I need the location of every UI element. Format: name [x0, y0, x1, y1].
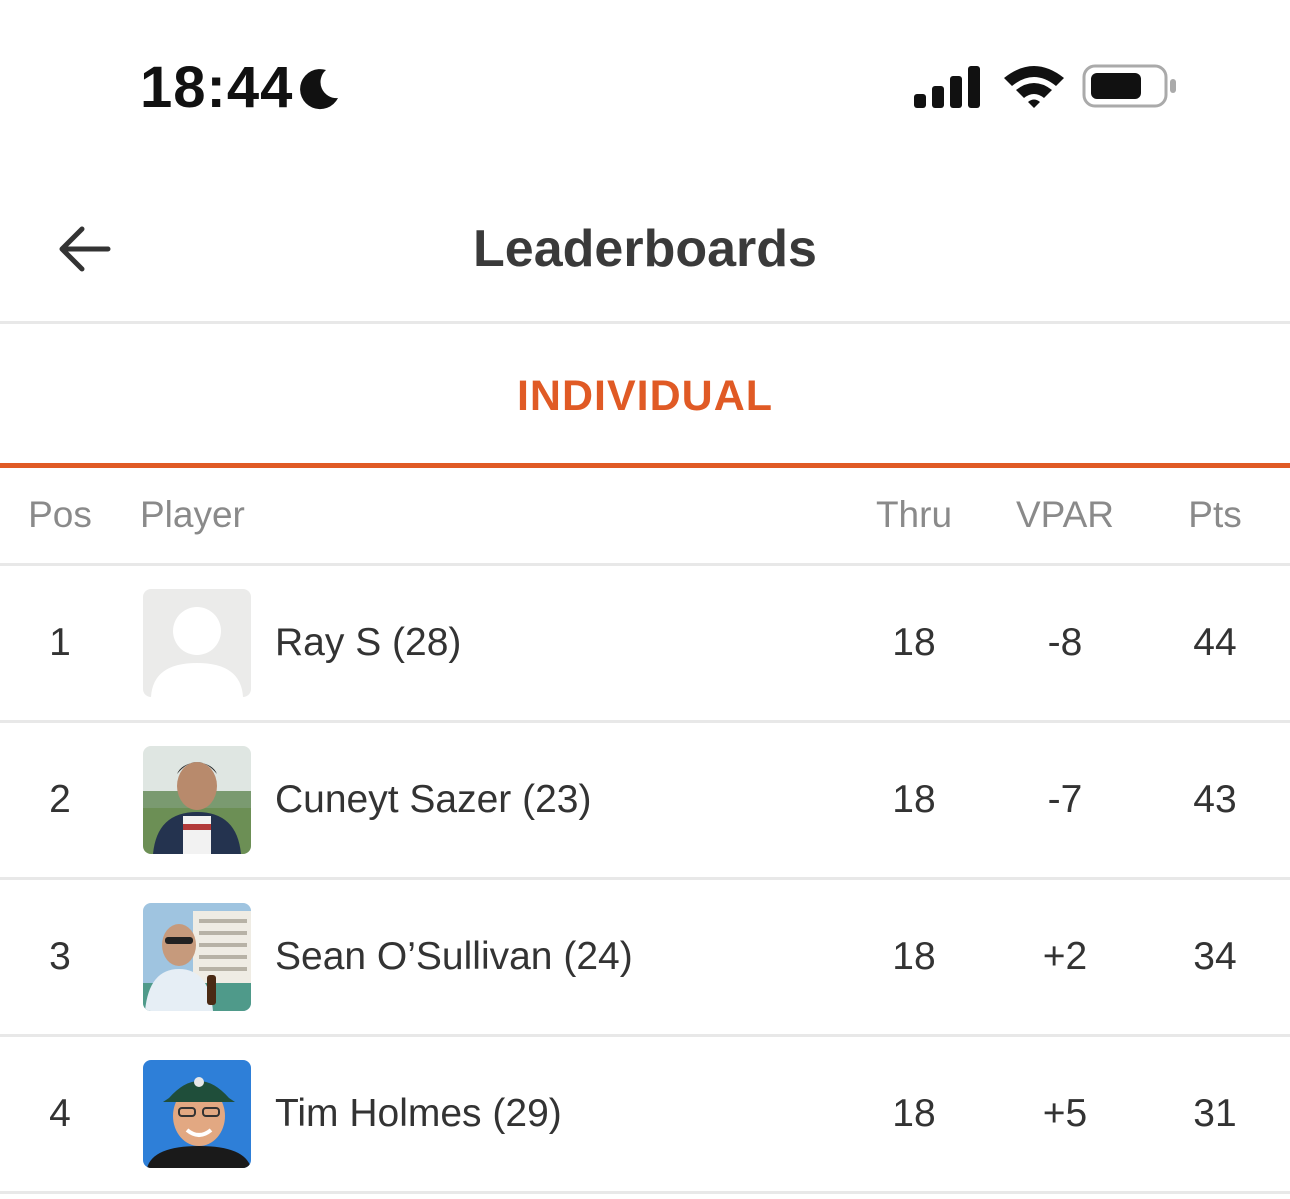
row-vpar: +5 — [1042, 1092, 1088, 1135]
column-header-player: Player — [140, 494, 245, 535]
row-points: 43 — [1193, 778, 1237, 821]
column-header-pos: Pos — [28, 494, 92, 535]
avatar — [143, 1060, 251, 1168]
tab-bar: INDIVIDUAL — [0, 324, 1290, 463]
row-thru: 18 — [892, 621, 936, 664]
player-name: Sean O’Sullivan (24) — [275, 935, 633, 978]
row-vpar: -8 — [1047, 621, 1083, 664]
avatar — [143, 746, 251, 854]
row-position: 3 — [49, 935, 71, 978]
row-thru: 18 — [892, 1092, 936, 1135]
row-points: 31 — [1193, 1092, 1237, 1135]
table-header: Pos Player Thru VPAR Pts — [0, 468, 1290, 566]
avatar — [143, 589, 251, 697]
table-row[interactable]: 2 Cuneyt Sazer (23) 18 -7 43 — [0, 723, 1290, 880]
avatar — [143, 903, 251, 1011]
wifi-icon — [1004, 66, 1064, 108]
row-points: 34 — [1193, 935, 1237, 978]
status-time: 18:44 — [140, 55, 294, 120]
row-vpar: +2 — [1042, 935, 1088, 978]
nav-bar: Leaderboards — [0, 175, 1290, 324]
page-title: Leaderboards — [473, 220, 817, 278]
row-vpar: -7 — [1047, 778, 1083, 821]
battery-icon — [1082, 64, 1176, 108]
tab-individual[interactable]: INDIVIDUAL — [0, 370, 1290, 422]
player-name: Tim Holmes (29) — [275, 1092, 562, 1135]
row-position: 1 — [49, 621, 71, 664]
column-header-vpar: VPAR — [1015, 494, 1114, 535]
table-row[interactable]: 4 Tim Holmes (29) 18 +5 31 — [0, 1037, 1290, 1194]
player-photo — [143, 903, 251, 1011]
player-name: Ray S (28) — [275, 621, 462, 664]
row-position: 4 — [49, 1092, 71, 1135]
row-thru: 18 — [892, 778, 936, 821]
player-photo — [143, 1060, 251, 1168]
cellular-signal-icon — [914, 66, 980, 108]
column-header-pts: Pts — [1188, 494, 1242, 535]
default-avatar-icon — [151, 607, 243, 697]
table-row[interactable]: 3 Sean O’Sullivan (24) 18 +2 34 — [0, 880, 1290, 1037]
moon-icon — [300, 69, 338, 110]
player-name: Cuneyt Sazer (23) — [275, 778, 592, 821]
player-photo — [143, 746, 251, 854]
row-points: 44 — [1193, 621, 1237, 664]
column-header-thru: Thru — [875, 494, 953, 535]
status-bar: 18:44 — [0, 0, 1290, 175]
row-thru: 18 — [892, 935, 936, 978]
table-row[interactable]: 1 Ray S (28) 18 -8 44 — [0, 566, 1290, 723]
row-position: 2 — [49, 778, 71, 821]
